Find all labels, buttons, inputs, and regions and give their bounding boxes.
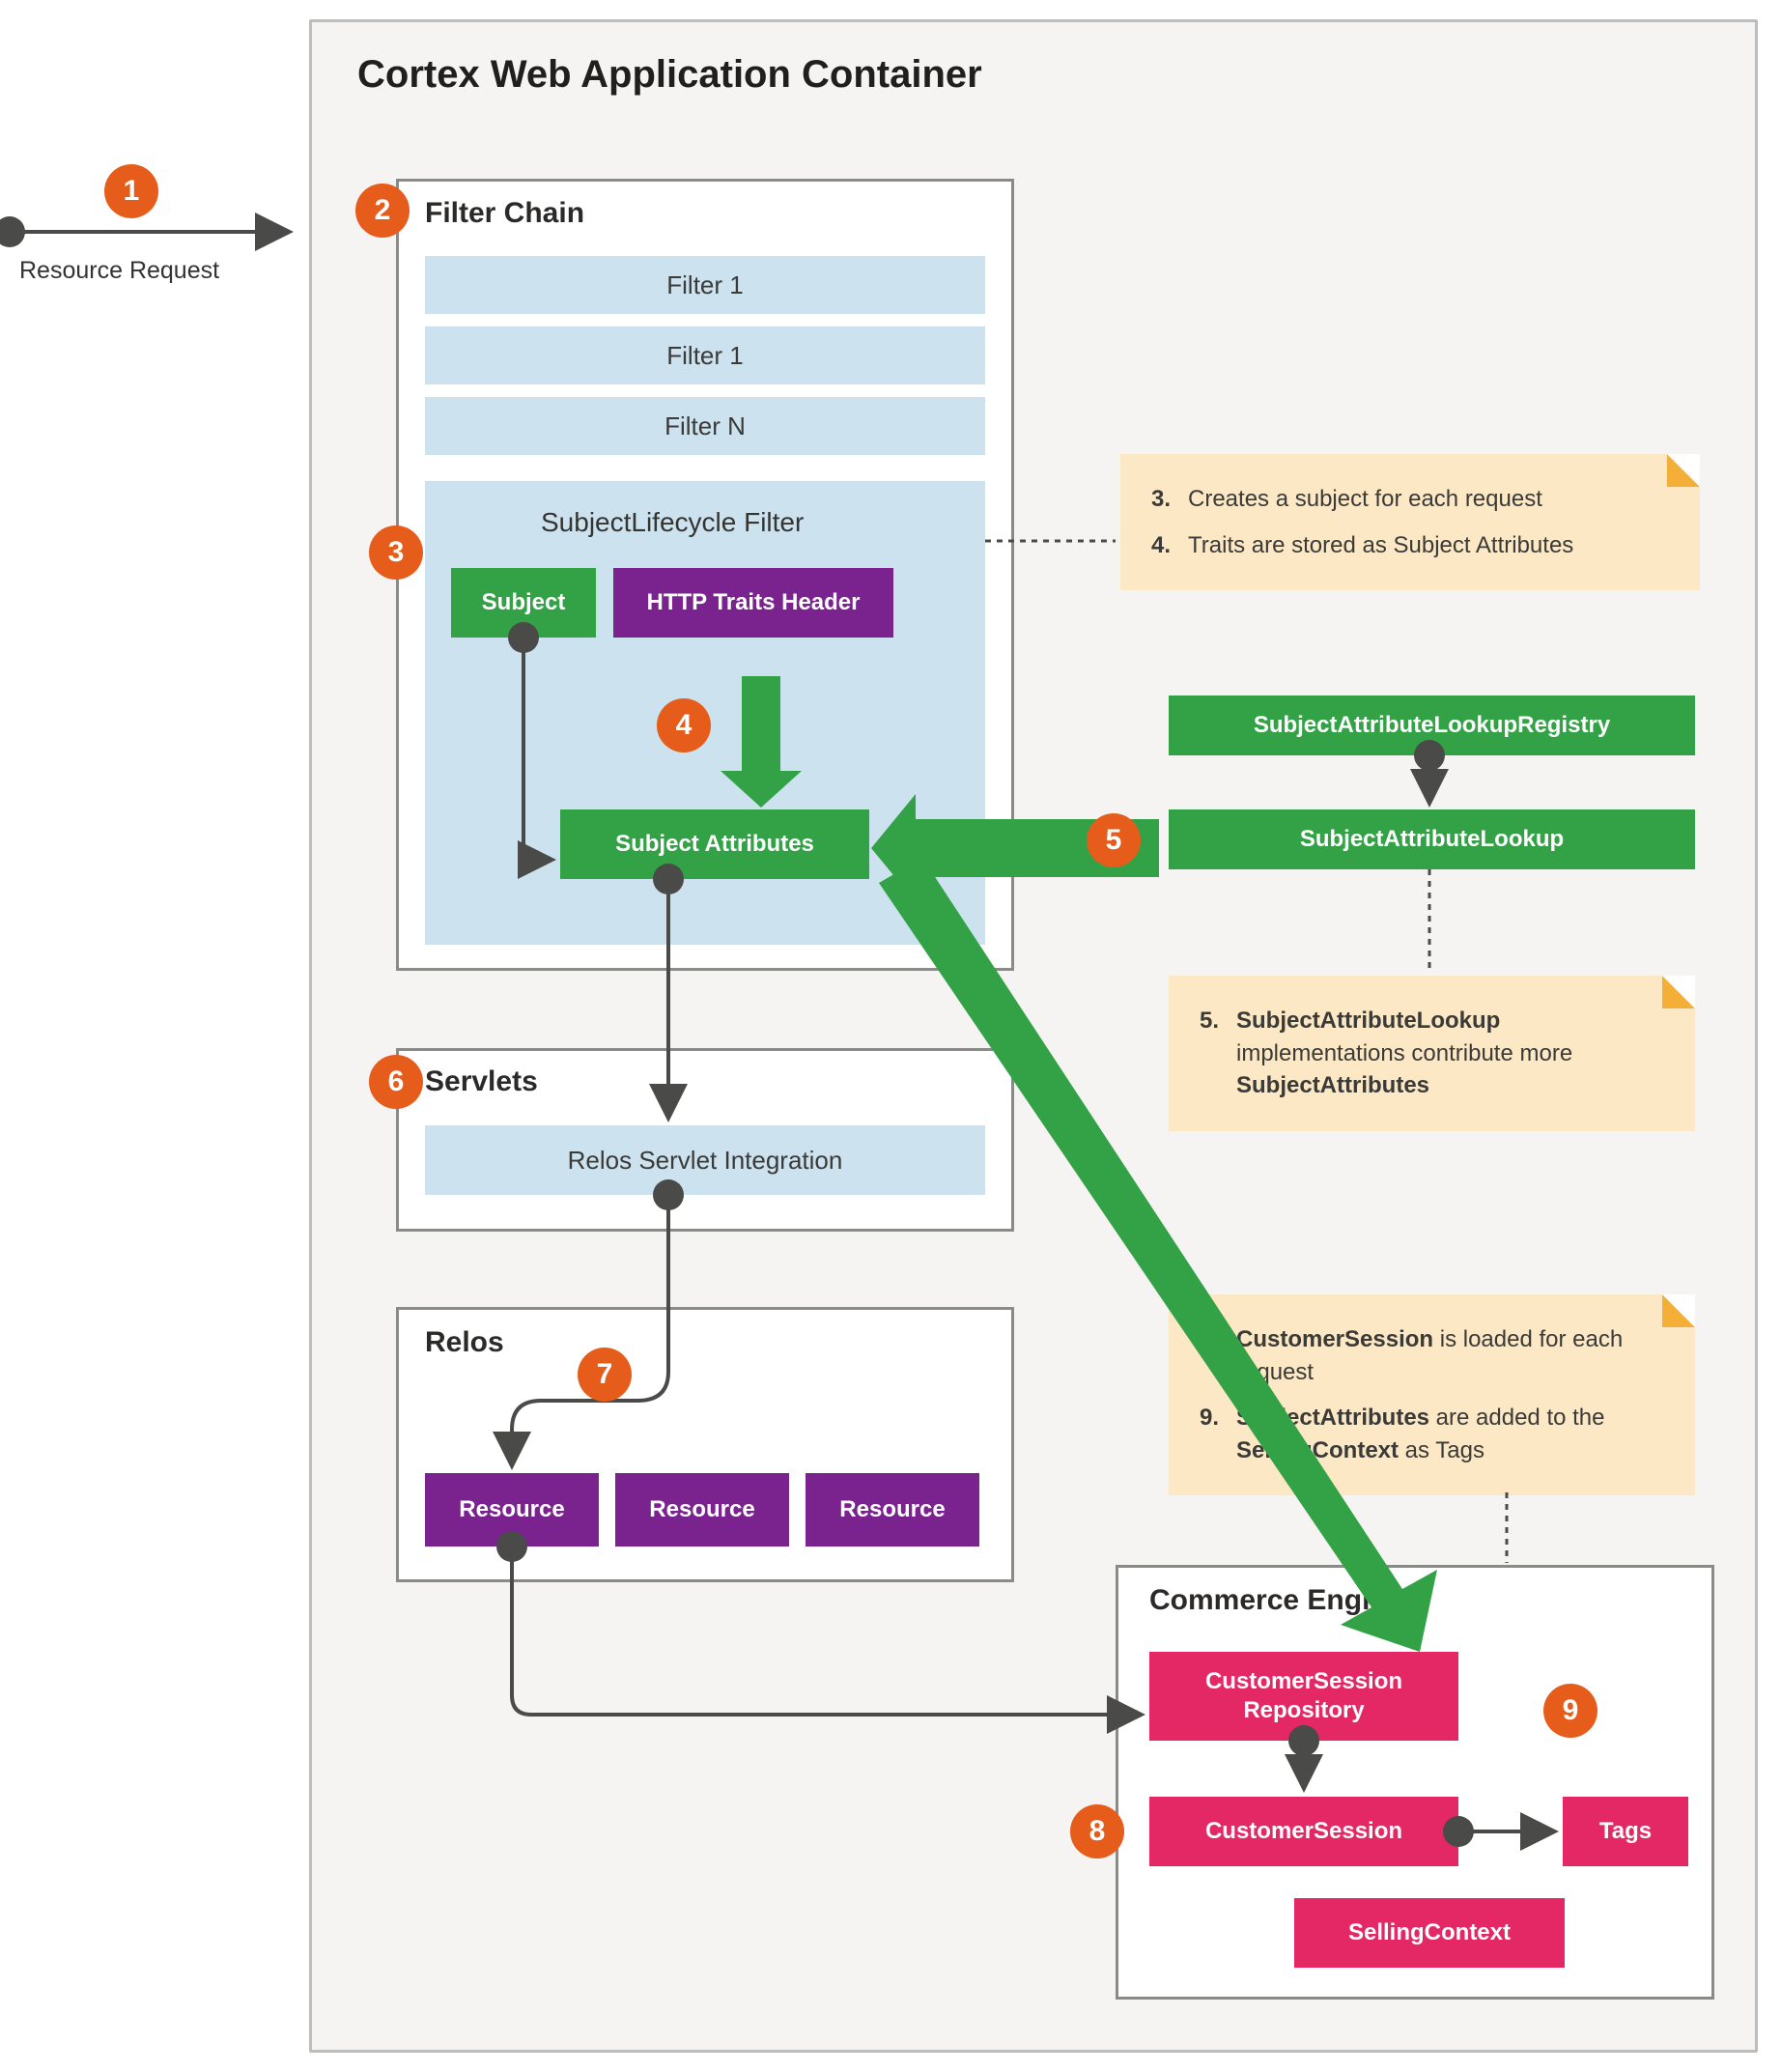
note-fold-icon bbox=[1662, 1294, 1695, 1327]
relos-servlet-bar: Relos Servlet Integration bbox=[425, 1125, 985, 1195]
badge-5: 5 bbox=[1087, 813, 1141, 867]
relos-title: Relos bbox=[425, 1326, 504, 1359]
page-title: Cortex Web Application Container bbox=[357, 53, 982, 97]
note-5-text: SubjectAttributeLookup implementations c… bbox=[1236, 1005, 1664, 1102]
note-9-text: SubjectAttributes are added to the Selli… bbox=[1236, 1402, 1664, 1466]
selling-context-box: SellingContext bbox=[1294, 1898, 1565, 1968]
tags-box: Tags bbox=[1563, 1797, 1688, 1866]
resource-3: Resource bbox=[806, 1473, 979, 1547]
badge-6: 6 bbox=[369, 1055, 423, 1109]
note-3-4: 3. Creates a subject for each request 4. T… bbox=[1120, 454, 1700, 590]
filter-1b: Filter 1 bbox=[425, 326, 985, 384]
badge-2: 2 bbox=[355, 184, 410, 238]
note-5: 5. SubjectAttributeLookup implementation… bbox=[1169, 976, 1695, 1131]
request-label: Resource Request bbox=[19, 257, 219, 285]
note-fold-icon bbox=[1662, 976, 1695, 1008]
customer-session-repo: CustomerSession Repository bbox=[1149, 1652, 1458, 1741]
lookup-registry-box: SubjectAttributeLookupRegistry bbox=[1169, 695, 1695, 755]
customer-session-repo-label: CustomerSession Repository bbox=[1149, 1667, 1458, 1725]
note-8-text: CustomerSession is loaded for each reque… bbox=[1236, 1323, 1664, 1388]
note-fold-icon bbox=[1667, 454, 1700, 487]
badge-1: 1 bbox=[104, 164, 158, 218]
resource-1: Resource bbox=[425, 1473, 599, 1547]
filter-n: Filter N bbox=[425, 397, 985, 455]
note-5-num: 5. bbox=[1200, 1005, 1227, 1102]
subject-attributes-box: Subject Attributes bbox=[560, 809, 869, 879]
note-3-num: 3. bbox=[1151, 483, 1178, 516]
badge-3: 3 bbox=[369, 525, 423, 580]
servlets-title: Servlets bbox=[425, 1065, 538, 1098]
commerce-title: Commerce Engine bbox=[1149, 1584, 1403, 1617]
customer-session: CustomerSession bbox=[1149, 1797, 1458, 1866]
note-8-num: 8. bbox=[1200, 1323, 1227, 1388]
lookup-box: SubjectAttributeLookup bbox=[1169, 809, 1695, 869]
lifecycle-title: SubjectLifecycle Filter bbox=[541, 507, 804, 538]
badge-4: 4 bbox=[657, 698, 711, 752]
badge-8: 8 bbox=[1070, 1804, 1124, 1859]
note-3-text: Creates a subject for each request bbox=[1188, 483, 1542, 516]
filter-1a: Filter 1 bbox=[425, 256, 985, 314]
http-traits-box: HTTP Traits Header bbox=[613, 568, 893, 638]
filter-chain-title: Filter Chain bbox=[425, 197, 584, 230]
note-9-num: 9. bbox=[1200, 1402, 1227, 1466]
badge-9: 9 bbox=[1543, 1684, 1597, 1738]
resource-2: Resource bbox=[615, 1473, 789, 1547]
note-8-9: 8. CustomerSession is loaded for each re… bbox=[1169, 1294, 1695, 1495]
note-4-text: Traits are stored as Subject Attributes bbox=[1188, 529, 1573, 562]
subject-box: Subject bbox=[451, 568, 596, 638]
note-4-num: 4. bbox=[1151, 529, 1178, 562]
badge-7: 7 bbox=[578, 1348, 632, 1402]
